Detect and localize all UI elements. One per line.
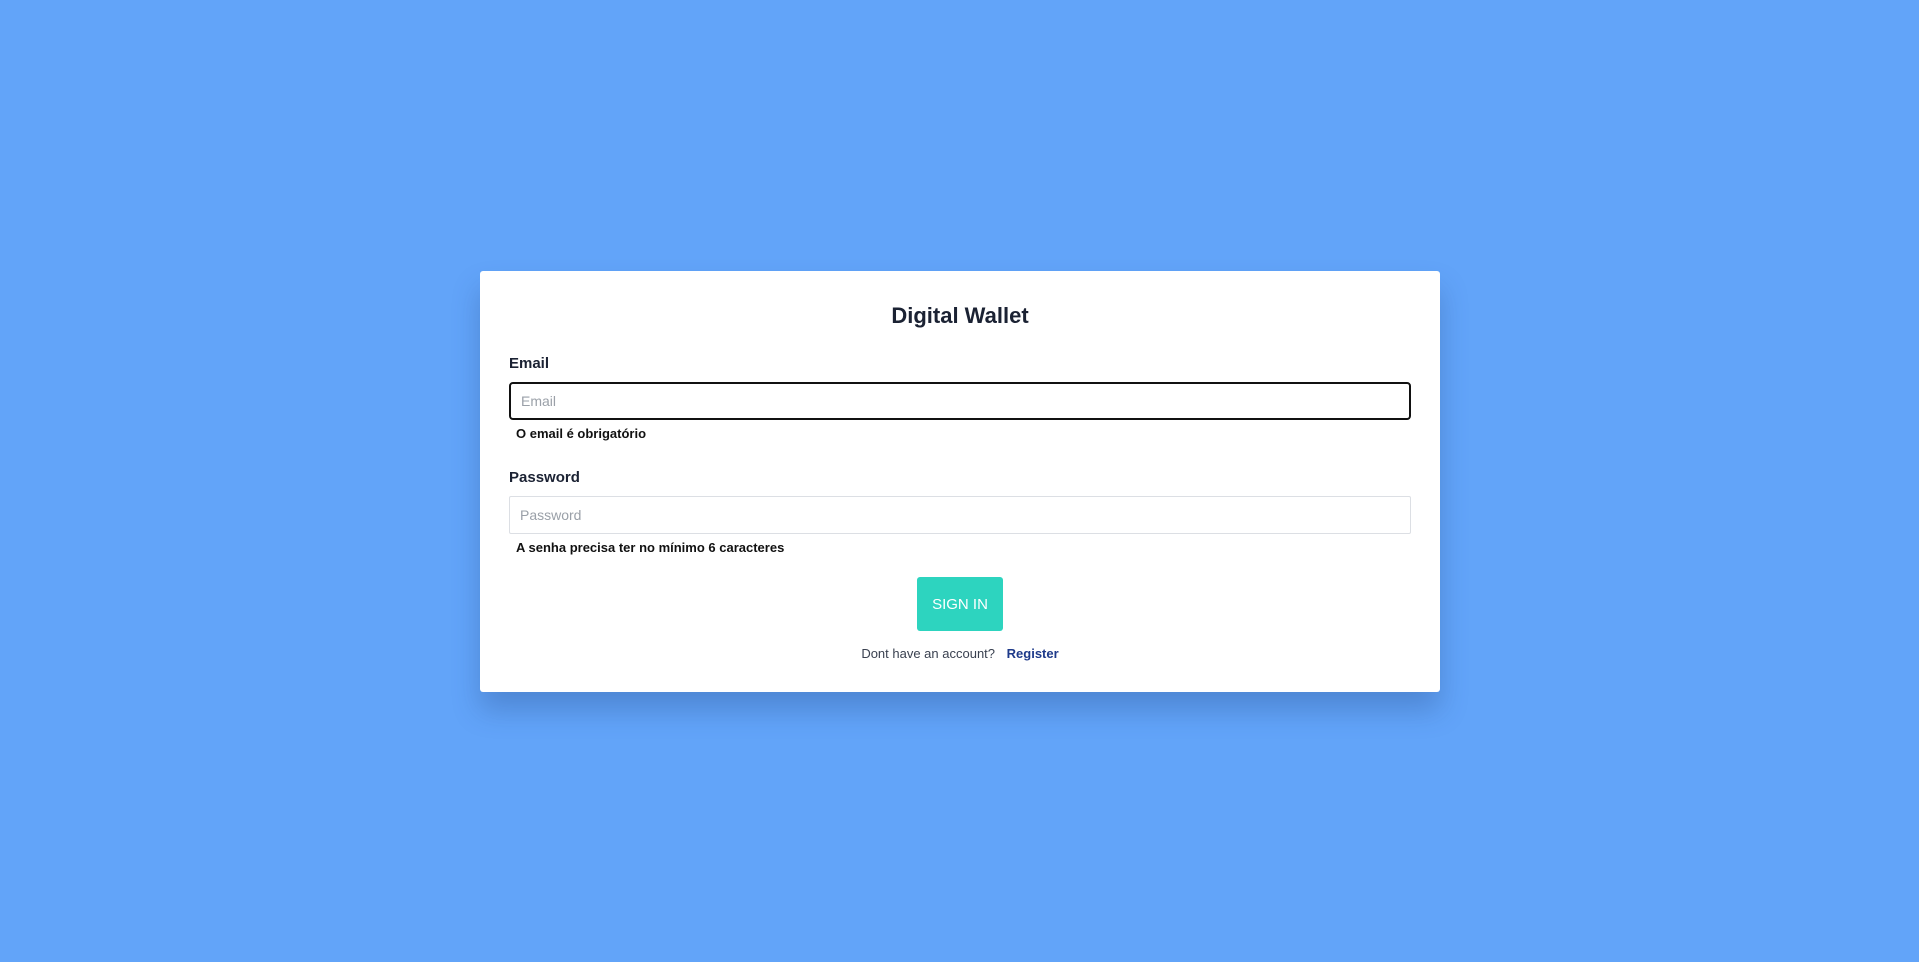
email-label: Email [509, 355, 550, 372]
sign-in-button[interactable]: SIGN IN [917, 577, 1003, 631]
password-error-message: A senha precisa ter no mínimo 6 caracter… [516, 540, 785, 555]
login-card: Digital Wallet Email O email é obrigatór… [480, 271, 1440, 692]
register-link[interactable]: Register [1007, 646, 1059, 661]
register-row: Dont have an account? Register [480, 646, 1440, 661]
email-input[interactable] [509, 382, 1411, 420]
register-prompt: Dont have an account? [861, 646, 996, 661]
email-error-message: O email é obrigatório [516, 426, 647, 441]
password-label: Password [509, 469, 580, 486]
password-input[interactable] [509, 496, 1411, 534]
page-title: Digital Wallet [891, 303, 1029, 328]
